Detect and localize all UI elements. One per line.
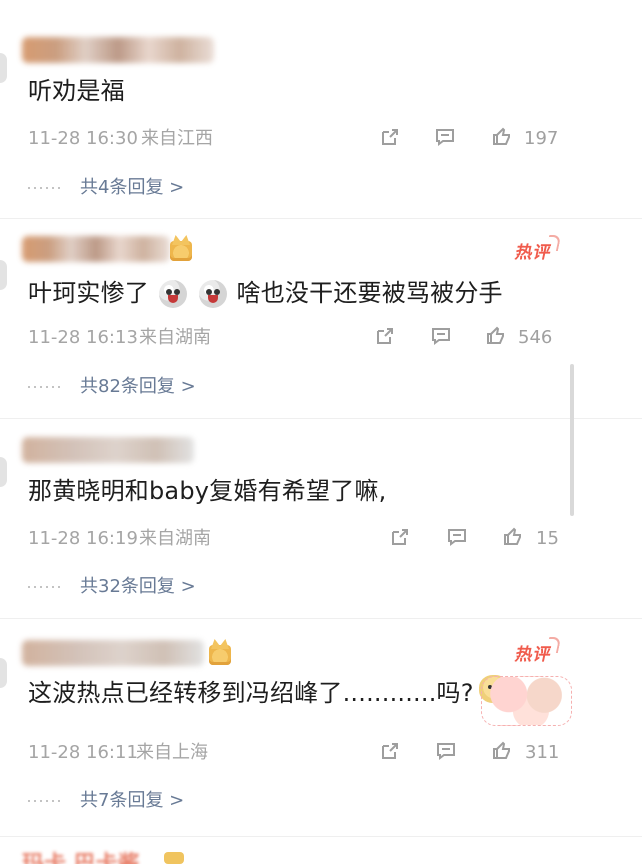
cartoon-sticker-icon <box>481 676 572 726</box>
comment-icon[interactable] <box>434 739 458 763</box>
hot-badge: 热评 <box>513 640 554 665</box>
blurred-username <box>22 640 204 666</box>
comment-meta-row: 11-28 16:11 来自上海 311 <box>28 739 588 767</box>
reply-count[interactable]: 共7条回复 > <box>80 786 184 816</box>
crown-icon <box>164 852 184 864</box>
comment-location: 来自上海 <box>136 742 208 763</box>
scrollbar[interactable] <box>570 364 574 516</box>
like-icon[interactable] <box>490 739 514 763</box>
partial-next-username: 玛卡 巴卡酱 <box>22 846 182 864</box>
divider <box>0 836 642 837</box>
comment-item-4: 热评 这波热点已经转移到冯绍峰了............吗? 11-28 16:… <box>0 0 642 846</box>
share-icon[interactable] <box>378 739 402 763</box>
like-count: 311 <box>525 742 560 763</box>
comment-feed: 听劝是福 11-28 16:30 来自江西 197 共4条回复 > 热评 叶珂实… <box>0 0 642 864</box>
reply-dots <box>28 800 62 802</box>
comment-text: 这波热点已经转移到冯绍峰了............吗? <box>28 679 474 707</box>
avatar[interactable] <box>0 658 7 688</box>
crown-icon <box>209 645 231 665</box>
comment-time: 11-28 16:11 <box>28 742 138 763</box>
